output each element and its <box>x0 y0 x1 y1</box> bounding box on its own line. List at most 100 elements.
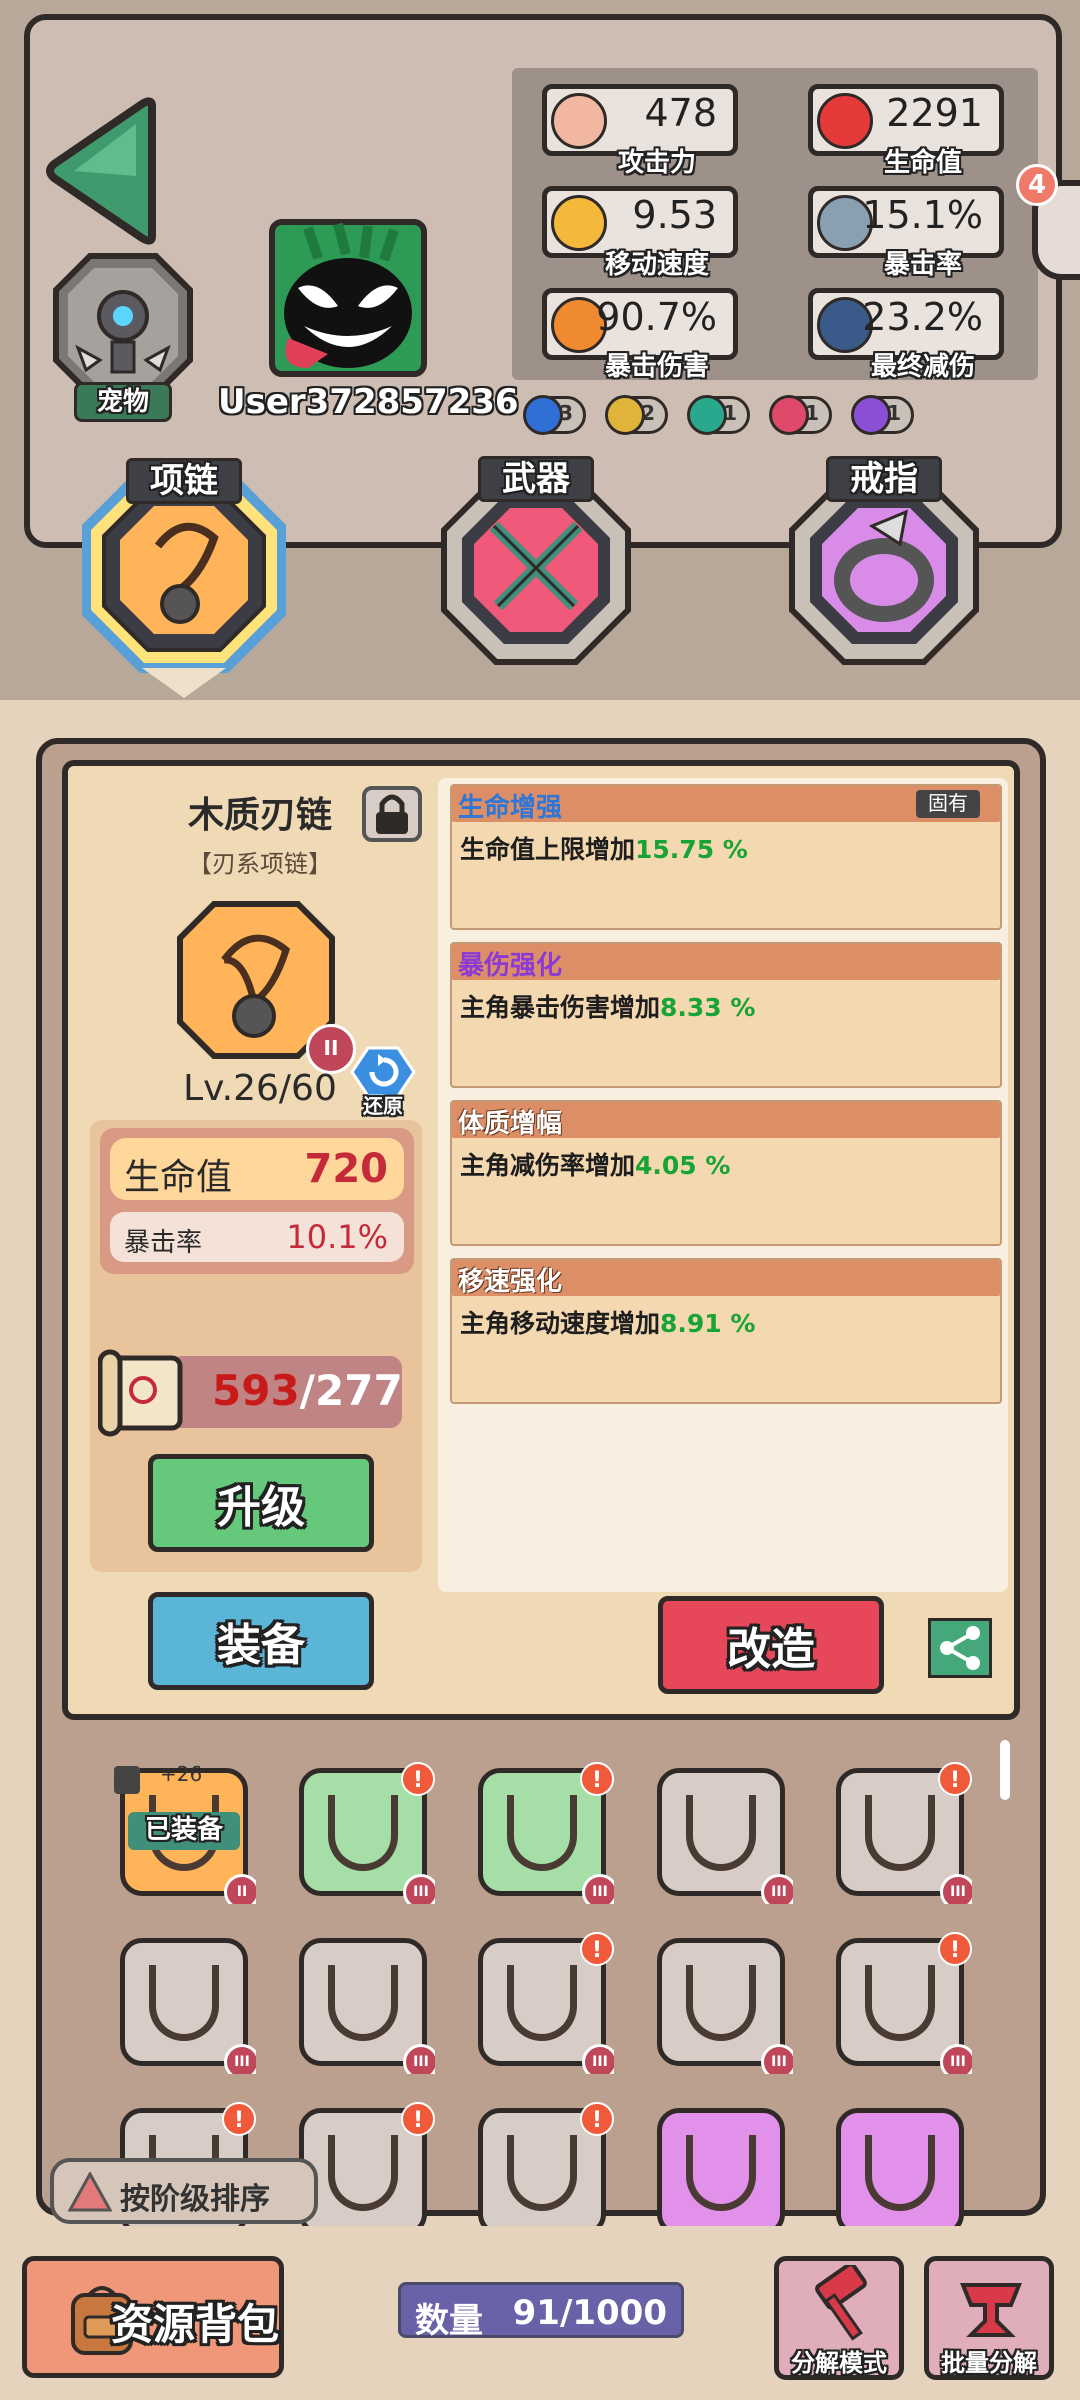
item-icon: II <box>174 898 356 1074</box>
alert-badge: ! <box>580 1762 614 1796</box>
item-tile <box>657 1938 785 2066</box>
inventory-scrollbar[interactable] <box>1000 1740 1010 1800</box>
slot-tab-weapon[interactable]: 武器 <box>438 452 634 688</box>
inventory-item[interactable] <box>651 2102 793 2226</box>
slot-tab-necklace[interactable]: 项链 <box>81 442 287 698</box>
share-button[interactable] <box>928 1618 992 1678</box>
necklace-icon <box>686 2135 756 2211</box>
decompose-mode-button[interactable]: 分解模式 <box>774 2256 904 2380</box>
item-tile <box>120 1938 248 2066</box>
lock-button[interactable] <box>362 786 422 842</box>
anvil-icon <box>960 2283 1022 2337</box>
stat-value: 23.2% <box>862 295 983 339</box>
grade-badge: III <box>582 2044 614 2074</box>
affix-desc-text: 主角暴击伤害增加 <box>460 993 661 1022</box>
inventory-item[interactable]: III <box>114 1932 256 2074</box>
inventory-item[interactable]: III <box>651 1762 793 1904</box>
sort-button[interactable]: 按阶级排序 <box>50 2158 318 2224</box>
stat-label: 暴击率 <box>883 250 962 280</box>
restore-label: 还原 <box>363 1094 403 1118</box>
main-stat-row: 生命值 720 <box>110 1138 404 1200</box>
inventory-item[interactable] <box>830 2102 972 2226</box>
affix-header: 体质增幅 <box>452 1102 1000 1139</box>
pet-label: 宠物 <box>74 382 172 422</box>
affix-header: 移速强化 <box>452 1260 1000 1297</box>
affix-card: 移速强化主角移动速度增加8.91 % <box>450 1258 1002 1404</box>
shoe-icon <box>551 195 607 251</box>
inventory-item[interactable]: ! III <box>293 1762 435 1904</box>
item-grade-badge: II <box>306 1024 356 1074</box>
decompose-mode-label: 分解模式 <box>791 2349 887 2377</box>
stat-value: 9.53 <box>632 193 717 237</box>
inventory-item[interactable]: III <box>293 1932 435 2074</box>
grade-badge: II <box>224 1874 256 1904</box>
alert-badge: ! <box>401 2102 435 2136</box>
affix-value: 8.33 % <box>660 993 756 1022</box>
restore-button[interactable]: 还原 <box>350 1046 416 1118</box>
pet-button[interactable]: 宠物 <box>50 250 196 428</box>
slot-label-weapon: 武器 <box>478 456 594 502</box>
resource-bag-button[interactable]: 资源背包 <box>22 2256 284 2378</box>
stat-label: 最终减伤 <box>870 352 975 382</box>
item-tile <box>657 2108 785 2226</box>
affix-title: 移速强化 <box>458 1267 563 1297</box>
main-stat-label: 生命值 <box>124 1157 233 1198</box>
avatar[interactable] <box>268 218 428 378</box>
stat-value: 15.1% <box>862 193 983 237</box>
back-button[interactable] <box>44 96 164 246</box>
inventory-count: 数量 91/1000 <box>398 2282 684 2341</box>
back-arrow-icon <box>46 97 156 245</box>
necklace-icon <box>686 1965 756 2041</box>
notification-badge: 4 <box>1016 164 1058 206</box>
affix-title: 生命增强 <box>458 793 563 823</box>
grade-badge: III <box>761 1874 793 1904</box>
count-label: 数量 <box>415 2301 483 2341</box>
item-level: Lv.26/60 <box>183 1068 337 1109</box>
inventory-item[interactable]: ! III <box>472 1932 614 2074</box>
inventory-item[interactable]: III <box>651 1932 793 2074</box>
resource-bag-label: 资源背包 <box>111 2300 280 2349</box>
sub-stat-row: 暴击率 10.1% <box>110 1212 404 1262</box>
affix-desc-text: 主角减伤率增加 <box>460 1151 636 1180</box>
batch-decompose-button[interactable]: 批量分解 <box>924 2256 1054 2380</box>
affix-header: 暴伤强化 <box>452 944 1000 981</box>
vortex-icon <box>851 395 891 435</box>
grade-badge: III <box>403 2044 435 2074</box>
material-need: /277 <box>299 1366 403 1415</box>
inventory-item[interactable]: ! <box>472 2102 614 2226</box>
stat-label: 攻击力 <box>617 148 696 178</box>
reforge-button[interactable]: 改造 <box>658 1596 884 1694</box>
necklace-icon <box>507 1965 577 2041</box>
affix-value: 15.75 % <box>635 835 748 864</box>
inventory-item[interactable]: ! III <box>472 1762 614 1904</box>
slot-tab-ring[interactable]: 戒指 <box>786 452 982 688</box>
affix-title: 暴伤强化 <box>458 951 563 981</box>
element-badge: 1 <box>769 395 832 435</box>
alert-badge: ! <box>222 2102 256 2136</box>
sub-stat-label: 暴击率 <box>124 1228 203 1258</box>
slot-label-ring: 戒指 <box>826 456 942 502</box>
inventory-item[interactable]: II 已装备 +26 <box>114 1762 256 1904</box>
affix-description: 主角移动速度增加8.91 % <box>460 1304 755 1340</box>
necklace-icon <box>865 2135 935 2211</box>
element-badge: 1 <box>687 395 750 435</box>
affix-description: 生命值上限增加15.75 % <box>460 830 748 866</box>
element-count: 3 <box>559 401 573 425</box>
alert-badge: ! <box>401 1762 435 1796</box>
upgrade-button[interactable]: 升级 <box>148 1454 374 1552</box>
username: User372857236 <box>218 382 519 422</box>
equip-button[interactable]: 装备 <box>148 1592 374 1690</box>
inventory-item[interactable]: ! III <box>830 1762 972 1904</box>
lightning-icon <box>605 395 645 435</box>
grade-badge: III <box>761 2044 793 2074</box>
inventory-item[interactable]: ! III <box>830 1932 972 2074</box>
affix-value: 8.91 % <box>660 1309 756 1338</box>
necklace-icon <box>328 1965 398 2041</box>
element-count: 1 <box>805 401 819 425</box>
lock-icon <box>376 794 408 834</box>
fist-icon <box>551 93 607 149</box>
scroll-icon <box>97 1349 183 1437</box>
lock-small-icon <box>114 1766 140 1794</box>
item-level-badge: +26 <box>160 1762 203 1786</box>
element-count: 2 <box>641 401 655 425</box>
